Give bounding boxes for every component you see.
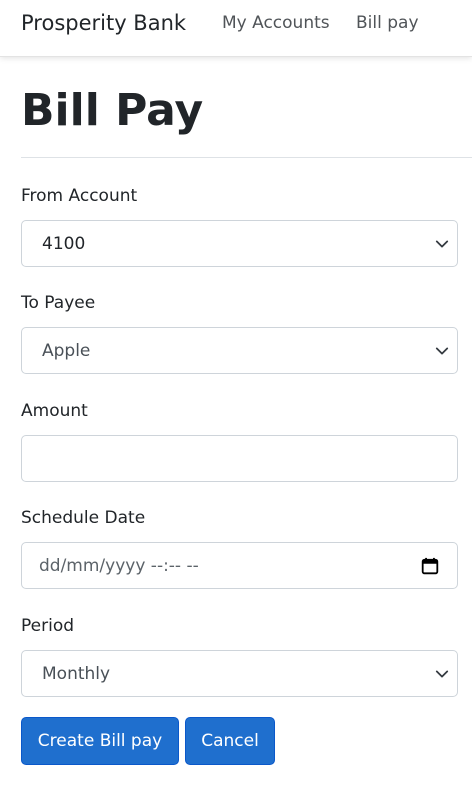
brand-link[interactable]: Prosperity Bank: [21, 9, 186, 37]
title-divider: [21, 157, 472, 158]
chevron-down-icon: [435, 240, 449, 248]
from-account-value: 4100: [42, 234, 86, 254]
chevron-down-icon: [435, 347, 449, 355]
page-title: Bill Pay: [21, 85, 204, 136]
period-value: Monthly: [42, 664, 111, 684]
period-select[interactable]: Monthly: [21, 650, 458, 697]
nav-bill-pay[interactable]: Bill pay: [356, 11, 419, 35]
cancel-button[interactable]: Cancel: [185, 717, 275, 765]
schedule-date-label: Schedule Date: [21, 508, 146, 528]
nav-my-accounts[interactable]: My Accounts: [222, 11, 330, 35]
chevron-down-icon: [435, 670, 449, 678]
from-account-label: From Account: [21, 186, 138, 206]
from-account-select[interactable]: 4100: [21, 220, 458, 267]
schedule-date-placeholder: dd/mm/yyyy --:-- --: [39, 556, 199, 576]
amount-label: Amount: [21, 401, 88, 421]
to-payee-label: To Payee: [21, 293, 96, 313]
to-payee-select[interactable]: Apple: [21, 327, 458, 374]
to-payee-value: Apple: [42, 341, 91, 361]
period-label: Period: [21, 616, 75, 636]
amount-input[interactable]: [21, 435, 458, 482]
calendar-icon[interactable]: [421, 557, 439, 575]
schedule-date-input[interactable]: dd/mm/yyyy --:-- --: [21, 542, 458, 589]
top-navbar: Prosperity Bank My Accounts Bill pay: [0, 0, 472, 57]
create-bill-pay-button[interactable]: Create Bill pay: [21, 717, 179, 765]
